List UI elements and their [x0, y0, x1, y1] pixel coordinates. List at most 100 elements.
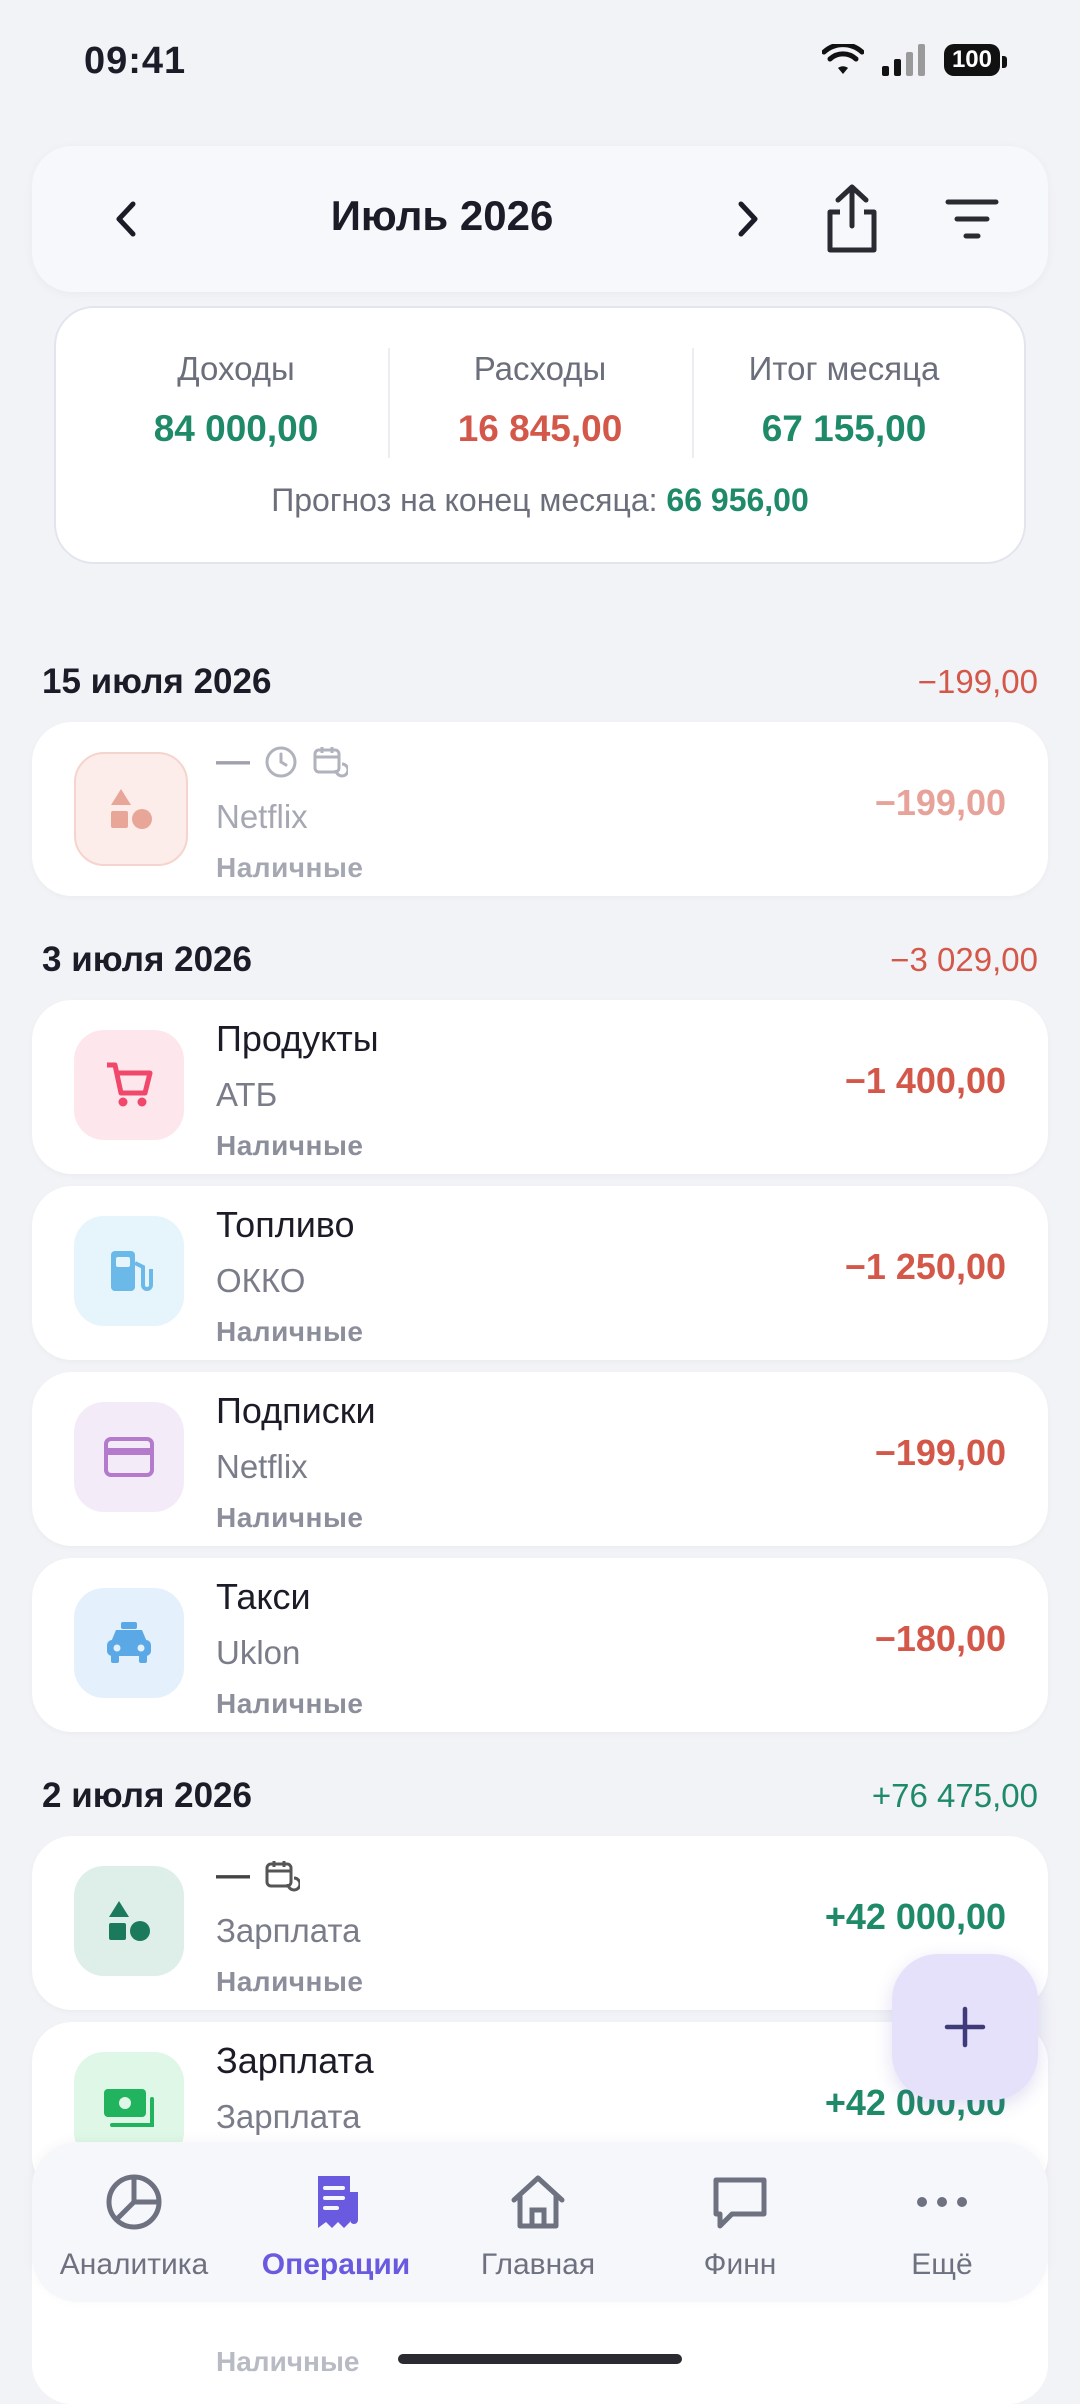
transaction-account: Наличные	[216, 1316, 364, 1347]
recurring-calendar-icon	[313, 746, 348, 777]
income-label: Доходы	[177, 350, 295, 387]
share-icon[interactable]	[820, 184, 884, 254]
shapes-icon	[109, 1901, 150, 1941]
nav-more[interactable]: Ещё	[842, 2170, 1042, 2282]
transaction-account: Наличные	[216, 1966, 364, 1997]
category-icon-box	[74, 1216, 184, 1326]
date-group-header: 2 июля 2026 +76 475,00	[42, 1776, 1038, 1816]
transaction-row[interactable]: Продукты АТБ Наличные −1 400,00	[32, 1000, 1048, 1174]
transaction-name: Топливо	[216, 1204, 355, 1245]
transaction-name: Продукты	[216, 1018, 379, 1059]
shopping-cart-icon	[107, 1062, 153, 1107]
bottom-navigation: Аналитика Операции Главная Финн Ещё	[32, 2142, 1048, 2302]
transaction-row[interactable]: Топливо ОККО Наличные −1 250,00	[32, 1186, 1048, 1360]
transaction-account: Наличные	[216, 852, 364, 883]
clock-icon	[265, 746, 297, 777]
pie-chart-icon	[106, 2174, 162, 2230]
transaction-account: Наличные	[216, 1688, 364, 1719]
transaction-row[interactable]: — Netflix Наличные −199,00	[32, 722, 1048, 896]
nav-label: Операции	[261, 2248, 411, 2281]
group-date: 2 июля 2026	[42, 1776, 252, 1815]
group-date: 15 июля 2026	[42, 662, 272, 701]
date-group-header: 15 июля 2026 −199,00	[42, 662, 1038, 702]
group-sum: −199,00	[917, 663, 1038, 700]
date-group-header: 3 июля 2026 −3 029,00	[42, 940, 1038, 980]
income-value: 84 000,00	[153, 408, 319, 449]
chat-icon	[713, 2177, 767, 2229]
transaction-note: ОККО	[216, 1262, 306, 1299]
fuel-pump-icon	[111, 1251, 153, 1291]
add-transaction-button[interactable]	[892, 1954, 1038, 2100]
nav-label: Финн	[703, 2248, 777, 2281]
nav-operations[interactable]: Операции	[236, 2170, 436, 2282]
taxi-icon	[107, 1622, 151, 1663]
transaction-account: Наличные	[216, 2346, 360, 2377]
chevron-left-icon[interactable]	[102, 194, 152, 244]
battery-icon: 100	[943, 44, 1008, 76]
home-icon	[511, 2175, 565, 2229]
signal-icon	[881, 44, 925, 76]
group-sum: +76 475,00	[871, 1777, 1038, 1814]
home-indicator[interactable]	[398, 2354, 682, 2364]
status-bar: 09:41 100	[0, 0, 1080, 120]
nav-analytics[interactable]: Аналитика	[34, 2170, 234, 2282]
transaction-name: —	[216, 742, 250, 780]
transaction-row[interactable]: Такси Uklon Наличные −180,00	[32, 1558, 1048, 1732]
category-icon-box	[74, 1402, 184, 1512]
transaction-flags: —	[216, 1856, 300, 1895]
transaction-note: Зарплата	[216, 1912, 361, 1949]
filter-icon[interactable]	[944, 196, 1000, 242]
wifi-icon	[821, 44, 864, 74]
transaction-account: Наличные	[216, 1130, 364, 1161]
total-label: Итог месяца	[748, 350, 940, 387]
expense-value: 16 845,00	[457, 408, 623, 449]
status-icons: 100	[821, 44, 1008, 76]
category-icon-box	[74, 1866, 184, 1976]
plus-icon	[944, 2006, 986, 2048]
nav-label: Аналитика	[59, 2248, 209, 2281]
transaction-amount: −1 400,00	[844, 1060, 1006, 1101]
recurring-calendar-icon	[265, 1860, 300, 1891]
chevron-right-icon[interactable]	[722, 194, 772, 244]
transaction-note: Uklon	[216, 1634, 301, 1671]
month-title[interactable]: Июль 2026	[232, 192, 652, 240]
total-summary: Итог месяца 67 155,00	[694, 350, 994, 450]
nav-home[interactable]: Главная	[438, 2170, 638, 2282]
transaction-name: Такси	[216, 1576, 311, 1617]
transaction-amount: −1 250,00	[844, 1246, 1006, 1287]
transaction-name: —	[216, 1856, 250, 1894]
group-sum: −3 029,00	[890, 941, 1038, 978]
expense-label: Расходы	[473, 350, 607, 387]
nav-finn[interactable]: Финн	[640, 2170, 840, 2282]
transaction-name: Зарплата	[216, 2040, 374, 2081]
transaction-amount: −199,00	[874, 1432, 1006, 1473]
transaction-row[interactable]: Подписки Netflix Наличные −199,00	[32, 1372, 1048, 1546]
transaction-note: Netflix	[216, 798, 308, 835]
income-summary: Доходы 84 000,00	[86, 350, 386, 450]
category-icon-box	[74, 1588, 184, 1698]
transaction-amount: −199,00	[874, 782, 1006, 823]
transaction-note: АТБ	[216, 1076, 278, 1113]
transaction-amount: −180,00	[874, 1618, 1006, 1659]
category-icon-box	[74, 752, 188, 866]
transaction-name: Подписки	[216, 1390, 376, 1431]
transaction-account: Наличные	[216, 1502, 364, 1533]
forecast-value: 66 956,00	[666, 482, 809, 518]
month-header: Июль 2026	[32, 146, 1048, 292]
more-dots-icon	[917, 2197, 967, 2207]
month-summary: Доходы 84 000,00 Расходы 16 845,00 Итог …	[54, 306, 1026, 564]
nav-label: Главная	[480, 2248, 596, 2281]
forecast-label: Прогноз на конец месяца:	[271, 482, 658, 518]
money-icon	[104, 2089, 154, 2127]
expense-summary: Расходы 16 845,00	[390, 350, 690, 450]
total-value: 67 155,00	[761, 408, 927, 449]
category-icon-box	[74, 1030, 184, 1140]
credit-card-icon	[104, 1437, 154, 1477]
status-time: 09:41	[84, 40, 187, 82]
transaction-note: Зарплата	[216, 2098, 361, 2135]
shapes-icon	[111, 789, 152, 829]
receipt-icon	[318, 2176, 358, 2228]
forecast-line: Прогноз на конец месяца: 66 956,00	[56, 482, 1024, 519]
group-date: 3 июля 2026	[42, 940, 252, 979]
transaction-flags: —	[216, 742, 348, 781]
